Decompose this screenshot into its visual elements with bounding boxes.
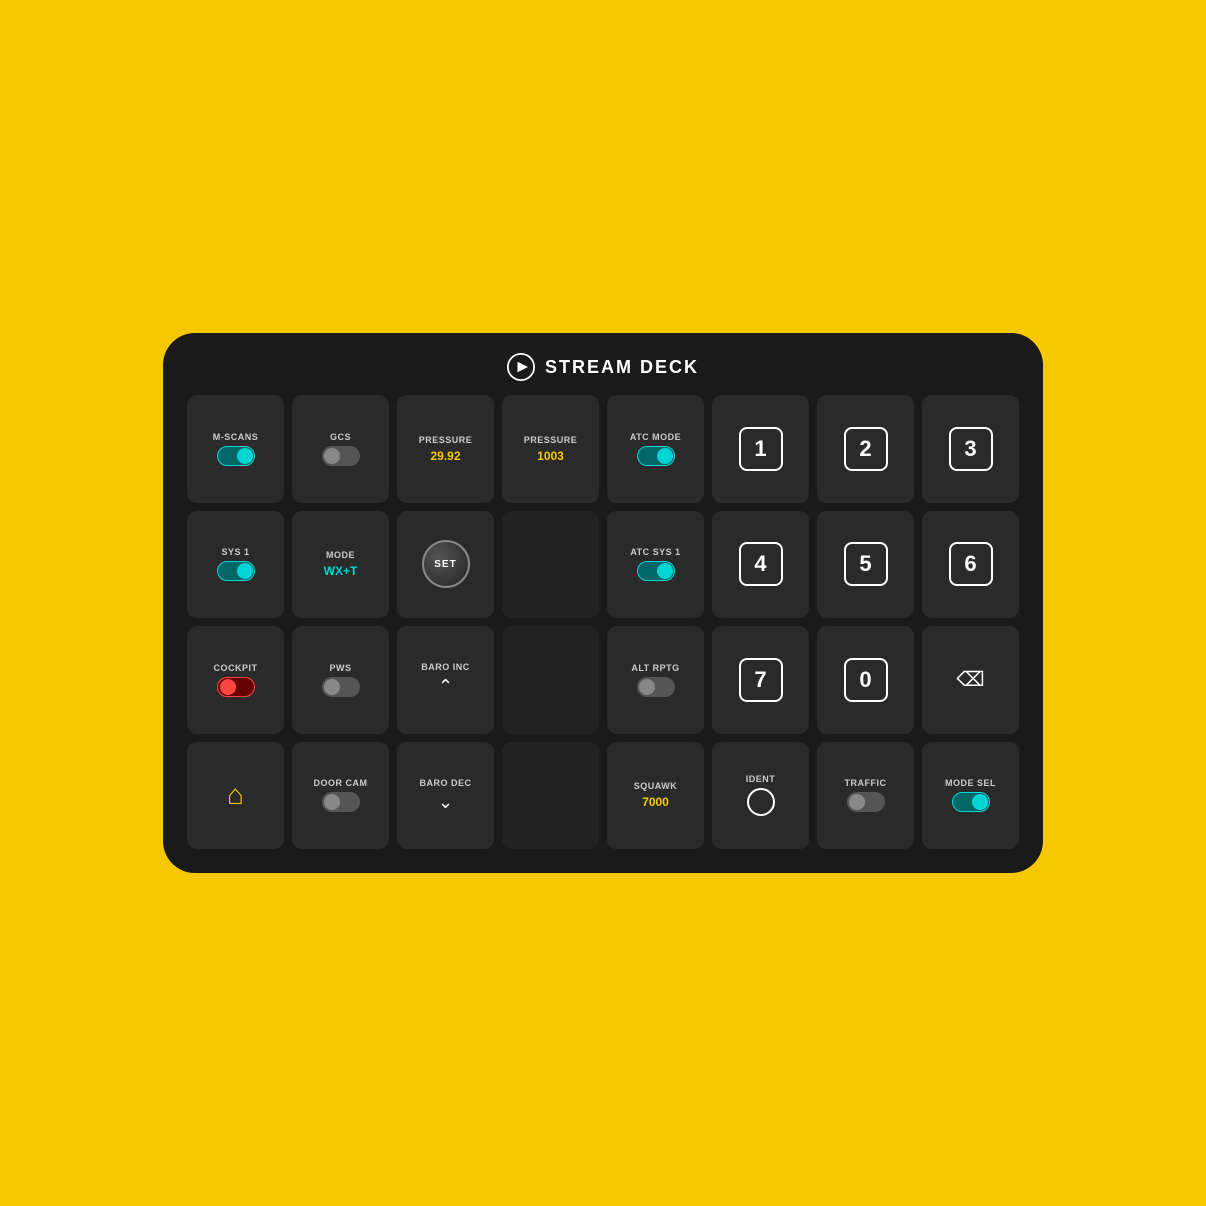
door-cam-label: DOOR CAM [314, 778, 368, 788]
pws-toggle [322, 677, 360, 697]
num-6-box: 6 [949, 542, 993, 586]
cockpit-label: COCKPIT [214, 663, 258, 673]
squawk-value: 7000 [642, 795, 669, 809]
set-label: SET [434, 559, 456, 570]
ident-label: IDENT [746, 774, 776, 784]
atc-sys-1-toggle [637, 561, 675, 581]
pws-button[interactable]: PWS [292, 626, 389, 734]
mode-sel-toggle [952, 792, 990, 812]
sys-1-label: SYS 1 [221, 547, 249, 557]
num-3-button[interactable]: 3 [922, 395, 1019, 503]
mode-sel-button[interactable]: MODE SEL [922, 742, 1019, 850]
num-3-box: 3 [949, 427, 993, 471]
pressure-1-button[interactable]: PRESSURE 29.92 [397, 395, 494, 503]
stream-deck-panel: STREAM DECK M-SCANS GCS PRESSURE 29.92 P… [163, 333, 1043, 873]
ident-button[interactable]: IDENT [712, 742, 809, 850]
num-2-button[interactable]: 2 [817, 395, 914, 503]
blank-3-button [502, 742, 599, 850]
pressure-2-label: PRESSURE [524, 435, 578, 445]
baro-dec-button[interactable]: BARO DEC ⌄ [397, 742, 494, 850]
m-scans-button[interactable]: M-SCANS [187, 395, 284, 503]
backspace-button[interactable]: ⌫ [922, 626, 1019, 734]
num-1-box: 1 [739, 427, 783, 471]
pressure-2-value: 1003 [537, 449, 564, 463]
traffic-toggle [847, 792, 885, 812]
cockpit-button[interactable]: COCKPIT [187, 626, 284, 734]
atc-mode-label: ATC MODE [630, 432, 681, 442]
num-7-box: 7 [739, 658, 783, 702]
mode-value: WX+T [324, 564, 358, 578]
num-0-box: 0 [844, 658, 888, 702]
atc-sys-1-label: ATC SYS 1 [630, 547, 680, 557]
sys-1-button[interactable]: SYS 1 [187, 511, 284, 619]
pws-label: PWS [329, 663, 351, 673]
squawk-button[interactable]: SQUAWK 7000 [607, 742, 704, 850]
sys-1-toggle [217, 561, 255, 581]
stream-deck-logo [507, 353, 535, 381]
alt-rptg-button[interactable]: ALT RPTG [607, 626, 704, 734]
baro-inc-arrow: ⌃ [438, 676, 453, 697]
num-4-button[interactable]: 4 [712, 511, 809, 619]
alt-rptg-toggle [637, 677, 675, 697]
backspace-icon: ⌫ [956, 667, 984, 692]
door-cam-button[interactable]: DOOR CAM [292, 742, 389, 850]
num-1-button[interactable]: 1 [712, 395, 809, 503]
mode-button[interactable]: MODE WX+T [292, 511, 389, 619]
home-icon: ⌂ [227, 779, 244, 811]
num-7-button[interactable]: 7 [712, 626, 809, 734]
alt-rptg-label: ALT RPTG [631, 663, 679, 673]
set-knob: SET [422, 540, 470, 588]
gcs-button[interactable]: GCS [292, 395, 389, 503]
baro-dec-arrow: ⌄ [438, 792, 453, 813]
home-button[interactable]: ⌂ [187, 742, 284, 850]
pressure-1-label: PRESSURE [419, 435, 473, 445]
atc-sys-1-button[interactable]: ATC SYS 1 [607, 511, 704, 619]
ident-circle [747, 788, 775, 816]
baro-dec-label: BARO DEC [419, 778, 471, 788]
door-cam-toggle [322, 792, 360, 812]
num-5-box: 5 [844, 542, 888, 586]
atc-mode-toggle [637, 446, 675, 466]
traffic-button[interactable]: TRAFFIC [817, 742, 914, 850]
num-4-box: 4 [739, 542, 783, 586]
brand-label: STREAM DECK [545, 357, 699, 378]
gcs-toggle [322, 446, 360, 466]
m-scans-label: M-SCANS [213, 432, 259, 442]
blank-2-button [502, 626, 599, 734]
blank-1-button [502, 511, 599, 619]
pressure-1-value: 29.92 [430, 449, 460, 463]
baro-inc-button[interactable]: BARO INC ⌃ [397, 626, 494, 734]
mode-label: MODE [326, 550, 355, 560]
pressure-2-button[interactable]: PRESSURE 1003 [502, 395, 599, 503]
baro-inc-label: BARO INC [421, 662, 470, 672]
traffic-label: TRAFFIC [845, 778, 887, 788]
cockpit-toggle [217, 677, 255, 697]
num-6-button[interactable]: 6 [922, 511, 1019, 619]
num-5-button[interactable]: 5 [817, 511, 914, 619]
mode-sel-label: MODE SEL [945, 778, 996, 788]
num-0-button[interactable]: 0 [817, 626, 914, 734]
set-button[interactable]: SET [397, 511, 494, 619]
squawk-label: SQUAWK [634, 781, 678, 791]
atc-mode-button[interactable]: ATC MODE [607, 395, 704, 503]
gcs-label: GCS [330, 432, 351, 442]
deck-header: STREAM DECK [507, 353, 699, 381]
num-2-box: 2 [844, 427, 888, 471]
m-scans-toggle [217, 446, 255, 466]
button-grid: M-SCANS GCS PRESSURE 29.92 PRESSURE 1003… [187, 395, 1019, 849]
